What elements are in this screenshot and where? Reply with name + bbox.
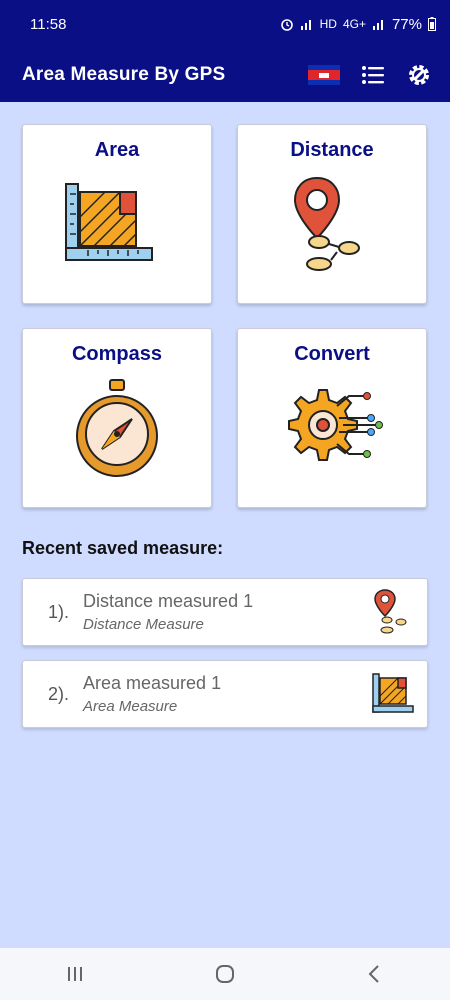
recent-item-type: Area Measure: [83, 698, 178, 715]
signal-type-label: 4G+: [342, 17, 366, 31]
status-time: 11:58: [30, 15, 67, 33]
convert-tile-label: Convert: [294, 343, 370, 365]
list-icon[interactable]: [360, 62, 386, 88]
app-bar: Area Measure By GPS: [0, 48, 450, 102]
recent-item-area[interactable]: 2). Area measured 1 Area Measure: [22, 660, 428, 728]
recent-item-name: Distance measured 1: [83, 591, 254, 611]
recent-item-distance[interactable]: 1). Distance measured 1 Distance Measure: [22, 578, 428, 646]
distance-tile[interactable]: Distance: [237, 124, 427, 304]
area-tile-label: Area: [94, 139, 140, 161]
convert-gear-icon: [288, 389, 383, 461]
recent-item-type: Distance Measure: [83, 616, 204, 633]
recent-item-index: 1).: [47, 601, 69, 622]
back-icon[interactable]: [362, 961, 388, 987]
home-icon[interactable]: [212, 961, 238, 987]
status-icons: HD 4G+ 77%: [280, 16, 436, 33]
recent-item-index: 2).: [47, 683, 69, 704]
compass-tile-label: Compass: [71, 343, 163, 365]
alarm-icon: [280, 19, 293, 31]
battery-level: 77%: [391, 15, 422, 33]
recent-section-title: Recent saved measure:: [22, 538, 224, 558]
distance-tile-label: Distance: [290, 139, 374, 161]
signal-strength-icon: [372, 20, 383, 30]
system-nav-bar: [0, 948, 450, 1000]
compass-tile[interactable]: Compass: [22, 328, 212, 508]
settings-gear-icon[interactable]: [406, 62, 432, 88]
app-title: Area Measure By GPS: [22, 64, 226, 85]
status-bar: 11:58 HD 4G+ 77%: [0, 0, 450, 48]
network-label: HD: [319, 17, 337, 31]
recent-item-text: Area measured 1 Area Measure: [83, 673, 371, 715]
distance-pin-icon: [374, 589, 407, 634]
compass-icon: [76, 379, 158, 477]
area-ruler-icon: [372, 673, 414, 713]
signal-icon: [300, 20, 311, 30]
cambodia-flag-icon[interactable]: [308, 65, 340, 85]
app-bar-actions: [308, 62, 432, 88]
recent-item-text: Distance measured 1 Distance Measure: [83, 591, 371, 633]
area-ruler-icon: [65, 183, 153, 261]
recent-item-name: Area measured 1: [83, 673, 222, 693]
recent-apps-icon[interactable]: [62, 961, 88, 987]
distance-pin-icon: [293, 176, 360, 271]
battery-icon: [428, 17, 436, 31]
convert-tile[interactable]: Convert: [237, 328, 427, 508]
area-tile[interactable]: Area: [22, 124, 212, 304]
